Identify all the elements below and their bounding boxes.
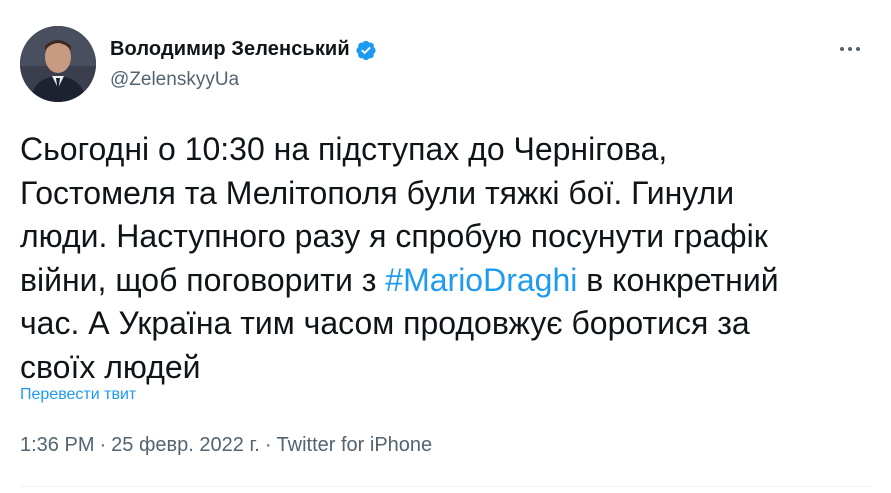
tweet-text-segment: війни, щоб поговорити з bbox=[20, 261, 386, 298]
tweet-meta: 1:36 PM · 25 февр. 2022 г. · Twitter for iPh… bbox=[20, 434, 432, 457]
avatar-image bbox=[20, 26, 96, 102]
divider bbox=[20, 486, 871, 487]
hashtag-link[interactable]: #MarioDraghi bbox=[385, 262, 577, 298]
tweet-text-line: війни, щоб поговорити з #MarioDraghi в к… bbox=[20, 259, 880, 303]
tweet-time[interactable]: 1:36 PM bbox=[20, 434, 94, 456]
tweet-source[interactable]: Twitter for iPhone bbox=[277, 434, 433, 456]
author-handle[interactable]: @ZelenskyyUa bbox=[110, 69, 239, 91]
tweet-text: Сьогодні о 10:30 на підступах до Черніго… bbox=[20, 128, 880, 389]
tweet-text-line: люди. Наступного разу я спробую посунути… bbox=[20, 215, 880, 259]
tweet-text-segment: люди. Наступного разу я спробую посунути… bbox=[20, 218, 768, 254]
tweet-text-segment: Гостомеля та Мелітополя були тяжкі бої. … bbox=[20, 174, 735, 211]
tweet-text-line: своїх людей bbox=[20, 346, 880, 390]
tweet-text-line: час. А Україна тим часом продовжує борот… bbox=[20, 302, 880, 346]
tweet-date[interactable]: 25 февр. 2022 г. bbox=[111, 434, 260, 456]
tweet-text-line: Сьогодні о 10:30 на підступах до Черніго… bbox=[20, 128, 880, 172]
more-dot-1 bbox=[840, 47, 844, 51]
tweet-text-segment: своїх людей bbox=[20, 348, 201, 385]
author-name-row[interactable]: Володимир Зеленський bbox=[110, 38, 377, 61]
more-dot-2 bbox=[848, 47, 852, 51]
tweet-text-segment: Сьогодні о 10:30 на підступах до Черніго… bbox=[20, 131, 668, 167]
translate-tweet-link[interactable]: Перевести твит bbox=[20, 386, 136, 404]
tweet-card: Володимир Зеленський @ZelenskyyUa Сьогод… bbox=[0, 0, 891, 493]
meta-separator: · bbox=[264, 434, 272, 456]
tweet-text-line: Гостомеля та Мелітополя були тяжкі бої. … bbox=[20, 172, 880, 216]
tweet-text-segment: час. А Україна тим часом продовжує борот… bbox=[20, 305, 750, 341]
author-display-name[interactable]: Володимир Зеленський bbox=[110, 38, 350, 61]
tweet-text-segment: в конкретний bbox=[577, 261, 779, 298]
more-options-icon[interactable] bbox=[833, 36, 867, 62]
verified-badge-icon bbox=[356, 40, 376, 60]
more-dot-3 bbox=[856, 47, 860, 51]
meta-separator: · bbox=[99, 434, 107, 456]
avatar[interactable] bbox=[20, 26, 96, 102]
